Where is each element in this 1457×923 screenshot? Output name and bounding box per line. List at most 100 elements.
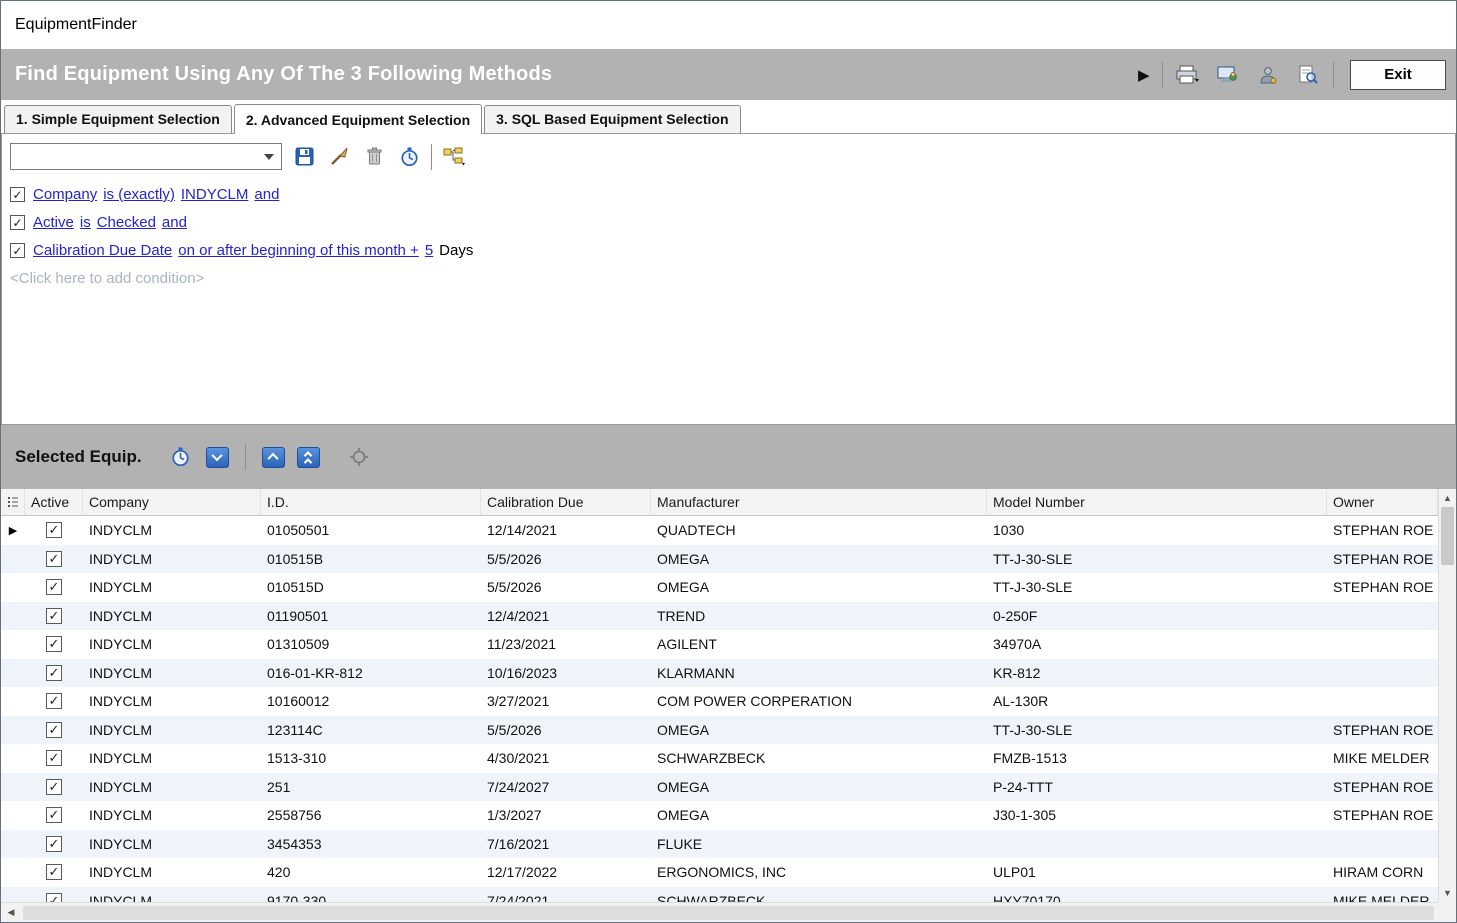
scroll-left-icon[interactable]: ◀	[1, 903, 21, 922]
current-row-icon: ▶	[9, 524, 17, 537]
condition-link[interactable]: is	[80, 214, 91, 231]
header-band: Find Equipment Using Any Of The 3 Follow…	[1, 49, 1456, 100]
condition-checkbox[interactable]: ✓	[10, 243, 25, 258]
tab-advanced-selection[interactable]: 2. Advanced Equipment Selection	[234, 104, 482, 134]
active-checkbox[interactable]: ✓	[46, 893, 62, 902]
toolbar-separator	[1162, 62, 1163, 88]
condition-link[interactable]: and	[162, 214, 187, 231]
conditions-list: ✓ Company is (exactly) INDYCLM and ✓ Active is C…	[2, 174, 1455, 259]
cell-id: 3454353	[261, 836, 481, 852]
add-condition-link[interactable]: <Click here to add condition>	[2, 270, 1455, 287]
cell-id: 01190501	[261, 608, 481, 624]
active-checkbox[interactable]: ✓	[46, 636, 62, 652]
cell-model-number: ULP01	[987, 864, 1327, 880]
cell-active: ✓	[25, 522, 83, 538]
search-document-icon[interactable]	[1293, 61, 1323, 89]
saved-filter-combo[interactable]	[10, 143, 282, 170]
table-row[interactable]: ✓INDYCLM010515B5/5/2026OMEGATT-J-30-SLES…	[1, 545, 1438, 574]
user-monitor-icon[interactable]	[1213, 61, 1243, 89]
save-icon[interactable]	[291, 145, 317, 169]
table-row[interactable]: ✓INDYCLM34543537/16/2021FLUKE	[1, 830, 1438, 859]
combo-dropdown-icon[interactable]	[257, 144, 281, 169]
column-header-id[interactable]: I.D.	[261, 489, 481, 515]
row-selector[interactable]: ▶	[1, 524, 25, 537]
condition-link[interactable]: Active	[33, 214, 74, 231]
tree-icon[interactable]	[441, 145, 467, 169]
locate-icon[interactable]	[346, 445, 372, 469]
column-header-calibration-due[interactable]: Calibration Due	[481, 489, 651, 515]
move-up-icon[interactable]	[262, 447, 285, 468]
brush-icon[interactable]	[326, 145, 352, 169]
active-checkbox[interactable]: ✓	[46, 864, 62, 880]
table-body: ▶✓INDYCLM0105050112/14/2021QUADTECH1030S…	[1, 516, 1438, 902]
active-checkbox[interactable]: ✓	[46, 807, 62, 823]
scroll-down-icon[interactable]: ▼	[1439, 884, 1456, 902]
active-checkbox[interactable]: ✓	[46, 836, 62, 852]
move-down-icon[interactable]	[206, 447, 229, 468]
column-header-company[interactable]: Company	[83, 489, 261, 515]
user-icon[interactable]	[1253, 61, 1283, 89]
cell-calibration-due: 1/3/2027	[481, 807, 651, 823]
condition-link[interactable]: on or after beginning of this month +	[178, 242, 419, 259]
vertical-scroll-thumb[interactable]	[1441, 507, 1454, 565]
active-checkbox[interactable]: ✓	[46, 693, 62, 709]
cell-active: ✓	[25, 893, 83, 902]
table-row[interactable]: ✓INDYCLM123114C5/5/2026OMEGATT-J-30-SLES…	[1, 716, 1438, 745]
cell-manufacturer: OMEGA	[651, 551, 987, 567]
condition-link[interactable]: Company	[33, 186, 97, 203]
active-checkbox[interactable]: ✓	[46, 779, 62, 795]
cell-owner: STEPHAN ROE	[1327, 807, 1438, 823]
cell-calibration-due: 4/30/2021	[481, 750, 651, 766]
scroll-up-icon[interactable]: ▲	[1439, 489, 1456, 507]
filter-condition: ✓ Calibration Due Date on or after beginni…	[10, 242, 1445, 259]
tab-simple-selection[interactable]: 1. Simple Equipment Selection	[4, 105, 232, 133]
cell-id: 01310509	[261, 636, 481, 652]
cell-calibration-due: 5/5/2026	[481, 722, 651, 738]
active-checkbox[interactable]: ✓	[46, 551, 62, 567]
table-row[interactable]: ✓INDYCLM101600123/27/2021COM POWER CORPE…	[1, 687, 1438, 716]
trash-icon[interactable]	[361, 145, 387, 169]
table-row[interactable]: ✓INDYCLM016-01-KR-81210/16/2023KLARMANNK…	[1, 659, 1438, 688]
vertical-scrollbar[interactable]: ▲ ▼	[1438, 489, 1456, 902]
active-checkbox[interactable]: ✓	[46, 722, 62, 738]
table-row[interactable]: ✓INDYCLM1513-3104/30/2021SCHWARZBECKFMZB…	[1, 744, 1438, 773]
cell-manufacturer: SCHWARZBECK	[651, 893, 987, 902]
table-row[interactable]: ✓INDYCLM9170-3307/24/2021SCHWARZBECKHXY7…	[1, 887, 1438, 903]
column-header-owner[interactable]: Owner	[1327, 489, 1438, 515]
condition-link[interactable]: Checked	[97, 214, 156, 231]
exit-button[interactable]: Exit	[1350, 60, 1446, 90]
horizontal-scrollbar[interactable]: ◀ ▶	[1, 902, 1456, 922]
active-checkbox[interactable]: ✓	[46, 665, 62, 681]
condition-link[interactable]: 5	[425, 242, 433, 259]
tab-sql-selection[interactable]: 3. SQL Based Equipment Selection	[484, 105, 740, 133]
equipment-table: Active Company I.D. Calibration Due Manu…	[1, 489, 1456, 922]
table-row[interactable]: ✓INDYCLM42012/17/2022ERGONOMICS, INCULP0…	[1, 858, 1438, 887]
table-row[interactable]: ✓INDYCLM25587561/3/2027OMEGAJ30-1-305STE…	[1, 801, 1438, 830]
print-icon[interactable]	[1173, 61, 1203, 89]
table-row[interactable]: ✓INDYCLM2517/24/2027OMEGAP-24-TTTSTEPHAN…	[1, 773, 1438, 802]
cell-model-number: AL-130R	[987, 693, 1327, 709]
stopwatch-icon[interactable]	[396, 145, 422, 169]
move-top-icon[interactable]	[297, 447, 320, 468]
condition-checkbox[interactable]: ✓	[10, 215, 25, 230]
column-header-model-number[interactable]: Model Number	[987, 489, 1327, 515]
horizontal-scroll-thumb[interactable]	[23, 906, 1434, 920]
condition-checkbox[interactable]: ✓	[10, 187, 25, 202]
condition-link[interactable]: Calibration Due Date	[33, 242, 172, 259]
stopwatch-icon[interactable]	[168, 445, 194, 469]
active-checkbox[interactable]: ✓	[46, 579, 62, 595]
active-checkbox[interactable]: ✓	[46, 522, 62, 538]
condition-link[interactable]: is (exactly)	[103, 186, 175, 203]
column-header-manufacturer[interactable]: Manufacturer	[651, 489, 987, 515]
column-header-active[interactable]: Active	[25, 489, 83, 515]
condition-link[interactable]: and	[254, 186, 279, 203]
table-row[interactable]: ▶✓INDYCLM0105050112/14/2021QUADTECH1030S…	[1, 516, 1438, 545]
table-row[interactable]: ✓INDYCLM010515D5/5/2026OMEGATT-J-30-SLES…	[1, 573, 1438, 602]
cell-model-number: TT-J-30-SLE	[987, 551, 1327, 567]
active-checkbox[interactable]: ✓	[46, 750, 62, 766]
table-row[interactable]: ✓INDYCLM0119050112/4/2021TREND0-250F	[1, 602, 1438, 631]
table-row[interactable]: ✓INDYCLM0131050911/23/2021AGILENT34970A	[1, 630, 1438, 659]
toolbar-overflow-arrow-icon[interactable]: ▶	[1138, 66, 1152, 84]
condition-link[interactable]: INDYCLM	[181, 186, 249, 203]
active-checkbox[interactable]: ✓	[46, 608, 62, 624]
